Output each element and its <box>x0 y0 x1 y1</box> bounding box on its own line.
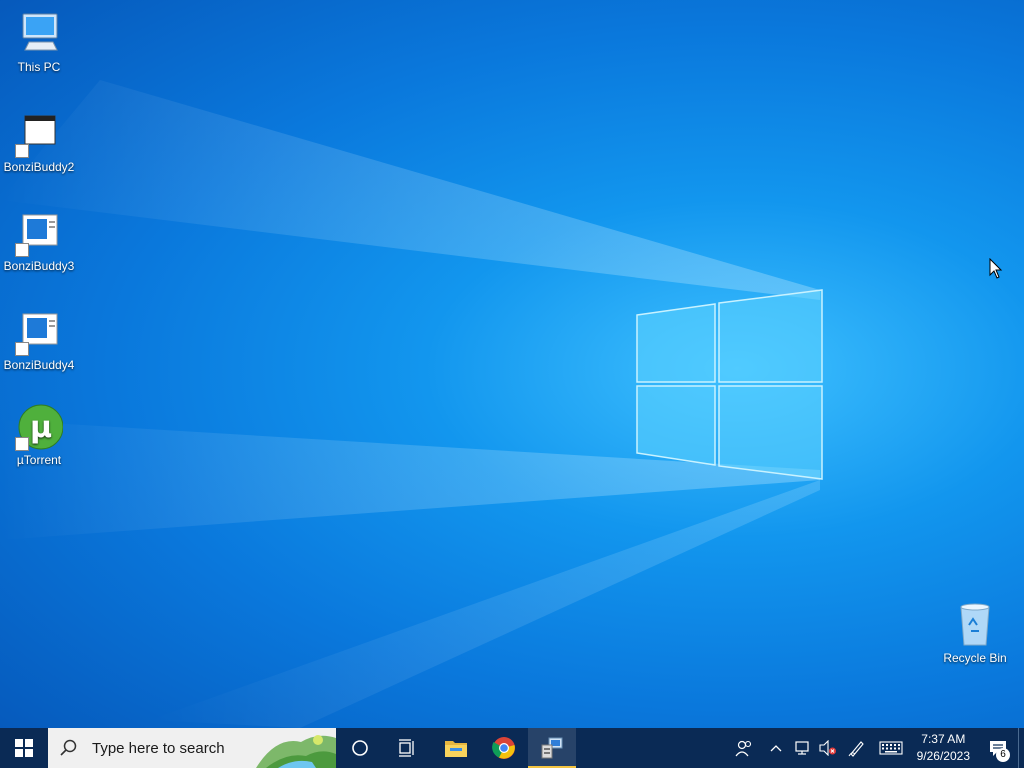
taskbar: Type here to search 7:37 AM 9/26/2023 6 <box>0 728 1024 768</box>
volume-button[interactable] <box>816 728 840 768</box>
search-highlight-illustration <box>256 735 336 768</box>
start-button[interactable] <box>0 728 48 768</box>
search-icon <box>60 739 77 756</box>
taskbar-search-box[interactable]: Type here to search <box>48 728 336 768</box>
recycle-bin-icon <box>951 601 999 649</box>
wallpaper-light-beams <box>0 80 820 728</box>
network-status-button[interactable] <box>790 728 814 768</box>
keyboard-icon <box>879 741 903 755</box>
notification-count-badge: 6 <box>996 748 1010 762</box>
desktop-icon-this-pc[interactable]: This PC <box>1 10 77 74</box>
show-hidden-icons-button[interactable] <box>764 728 788 768</box>
chrome-button[interactable] <box>480 728 528 768</box>
desktop-icon-utorrent[interactable]: µ µTorrent <box>1 403 77 467</box>
file-explorer-button[interactable] <box>432 728 480 768</box>
folder-icon <box>445 741 467 757</box>
chevron-up-icon <box>770 745 782 752</box>
utorrent-icon: µ <box>15 403 64 451</box>
windows-start-icon <box>15 739 33 757</box>
shortcut-arrow-icon <box>15 342 29 356</box>
clock-time: 7:37 AM <box>921 732 966 746</box>
cortana-button[interactable] <box>336 728 384 768</box>
desktop-icon-recycle-bin[interactable]: Recycle Bin <box>937 601 1013 665</box>
pen-icon <box>848 741 864 757</box>
window-shortcut-icon <box>15 110 63 158</box>
windows-logo-wallpaper <box>636 289 823 480</box>
volume-muted-icon <box>819 740 836 756</box>
chrome-icon <box>492 737 515 759</box>
search-placeholder: Type here to search <box>92 739 225 757</box>
desktop: This PC BonziBuddy2 BonziBuddy3 BonziBud… <box>0 0 1024 728</box>
shortcut-arrow-icon <box>15 144 29 158</box>
shortcut-arrow-icon <box>15 243 29 257</box>
desktop-icon-bonzibuddy4[interactable]: BonziBuddy4 <box>1 308 77 372</box>
running-app-button[interactable] <box>528 728 576 768</box>
clock-date: 9/26/2023 <box>916 749 970 763</box>
action-center-button[interactable]: 6 <box>978 728 1018 768</box>
task-view-button[interactable] <box>384 728 432 768</box>
pen-workspace-button[interactable] <box>842 728 872 768</box>
shortcut-arrow-icon <box>15 437 29 451</box>
show-desktop-button[interactable] <box>1018 728 1024 768</box>
system-tray: 7:37 AM 9/26/2023 6 <box>725 728 1024 768</box>
task-view-icon <box>399 739 414 757</box>
window-shortcut-icon <box>15 209 63 257</box>
clock-button[interactable]: 7:37 AM 9/26/2023 <box>909 731 978 765</box>
cortana-icon <box>352 740 368 756</box>
network-icon <box>795 741 809 755</box>
desktop-icon-bonzibuddy3[interactable]: BonziBuddy3 <box>1 209 77 273</box>
people-button[interactable] <box>726 728 762 768</box>
people-icon <box>735 740 751 757</box>
app-window-icon <box>541 737 563 759</box>
computer-icon <box>15 10 63 58</box>
svg-text:µ: µ <box>30 410 52 445</box>
desktop-icon-bonzibuddy2[interactable]: BonziBuddy2 <box>1 110 77 174</box>
window-shortcut-icon <box>15 308 63 356</box>
mouse-cursor-icon <box>989 258 1003 279</box>
touch-keyboard-button[interactable] <box>874 728 908 768</box>
